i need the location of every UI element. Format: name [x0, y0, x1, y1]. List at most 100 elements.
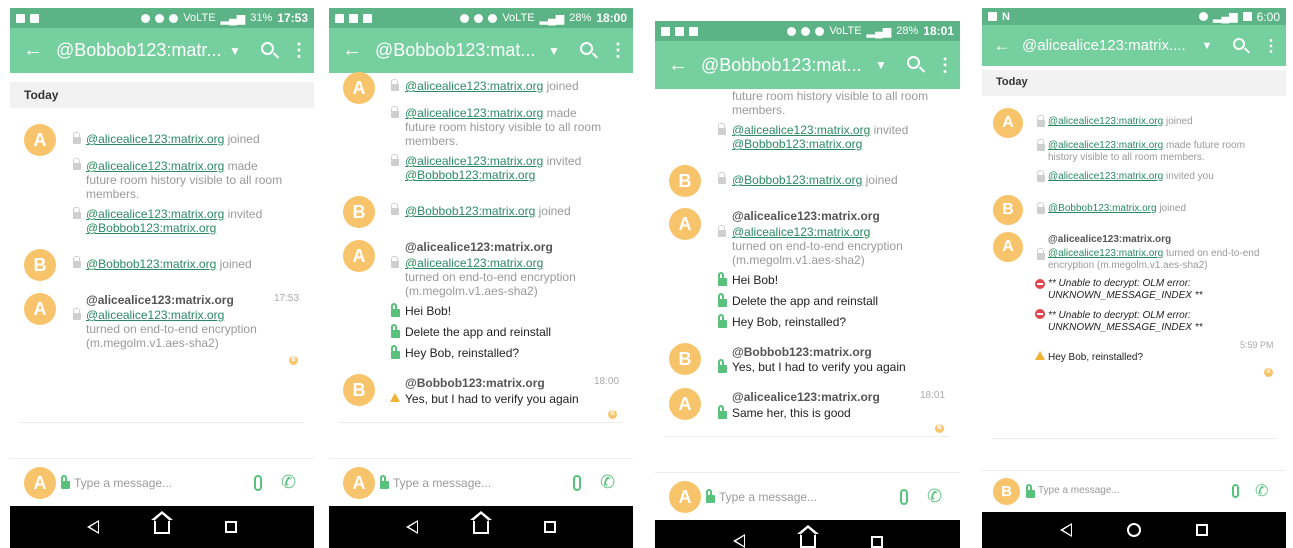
user-link[interactable]: @alicealice123:matrix.org	[86, 308, 224, 322]
user-link[interactable]: @alicealice123:matrix.org	[405, 154, 543, 168]
user-link[interactable]: @Bobbob123:matrix.org	[405, 168, 535, 182]
room-title[interactable]: @Bobbob123:mat...	[701, 55, 866, 76]
more-options-icon[interactable]: ⋮	[1256, 36, 1286, 56]
user-link[interactable]: @alicealice123:matrix.org	[86, 207, 224, 221]
avatar[interactable]: B	[343, 374, 375, 406]
nav-home-icon[interactable]	[796, 525, 819, 548]
nav-recents-icon[interactable]	[543, 521, 556, 533]
back-arrow-icon[interactable]: ←	[329, 39, 375, 62]
user-link[interactable]: @Bobbob123:matrix.org	[86, 257, 216, 271]
back-arrow-icon[interactable]: ←	[655, 54, 701, 77]
nav-back-icon[interactable]	[1059, 523, 1072, 537]
user-link[interactable]: @alicealice123:matrix.org	[1048, 171, 1163, 182]
nav-home-icon[interactable]	[150, 511, 173, 534]
avatar[interactable]: A	[669, 208, 701, 240]
message-text: Delete the app and reinstall	[732, 294, 879, 308]
app-bar: ← @Bobbob123:mat... ▼ ⋮	[655, 41, 960, 89]
user-link[interactable]: @alicealice123:matrix.org	[86, 159, 224, 173]
invite-event: @alicealice123:matrix.org invited @Bobbob…	[405, 154, 582, 182]
avatar[interactable]: A	[24, 293, 56, 325]
user-link[interactable]: @alicealice123:matrix.org	[405, 256, 543, 270]
room-title[interactable]: @Bobbob123:matr...	[56, 40, 220, 61]
user-link[interactable]: @alicealice123:matrix.org	[1048, 116, 1163, 127]
avatar[interactable]: A	[993, 108, 1023, 138]
message-input[interactable]: Type a message...	[74, 476, 172, 490]
call-icon[interactable]: ✆	[281, 472, 296, 493]
call-icon[interactable]: ✆	[600, 472, 615, 493]
avatar[interactable]: B	[669, 343, 701, 375]
phone-screen-3: VoLTE ▂▄▆ 28% 18:01 ← @Bobbob123:mat... ▼ ⋮…	[655, 21, 960, 548]
message-input[interactable]: Type a message...	[719, 490, 817, 504]
nav-recents-icon[interactable]	[224, 521, 237, 533]
nav-back-icon[interactable]	[406, 520, 419, 534]
avatar[interactable]: A	[669, 388, 701, 420]
back-arrow-icon[interactable]: ←	[10, 39, 56, 62]
more-options-icon[interactable]: ⋮	[930, 55, 960, 76]
user-link[interactable]: @alicealice123:matrix.org	[732, 123, 870, 137]
attach-icon[interactable]	[573, 475, 581, 491]
user-link[interactable]: @Bobbob123:matrix.org	[1048, 203, 1157, 214]
avatar[interactable]: A	[993, 232, 1023, 262]
user-link[interactable]: @alicealice123:matrix.org	[732, 225, 870, 239]
decryption-error-icon	[1035, 279, 1045, 289]
volte-icon: VoLTE	[502, 12, 535, 24]
nav-home-icon[interactable]	[1126, 523, 1141, 537]
room-title[interactable]: @alicealice123:matrix....	[1022, 37, 1192, 54]
user-link[interactable]: @Bobbob123:matrix.org	[405, 204, 535, 218]
user-link[interactable]: @alicealice123:matrix.org	[86, 132, 224, 146]
user-link[interactable]: @alicealice123:matrix.org	[1048, 140, 1163, 151]
nav-back-icon[interactable]	[732, 534, 745, 548]
avatar[interactable]: A	[24, 124, 56, 156]
unverified-lock-icon	[718, 172, 726, 184]
search-icon[interactable]	[569, 41, 603, 60]
search-icon[interactable]	[250, 41, 284, 60]
attach-icon[interactable]	[1232, 484, 1239, 498]
call-icon[interactable]: ✆	[1255, 481, 1268, 501]
caret-down-icon[interactable]: ▼	[220, 44, 250, 58]
message-input[interactable]: Type a message...	[1038, 485, 1120, 496]
more-options-icon[interactable]: ⋮	[284, 40, 314, 61]
caret-down-icon[interactable]: ▼	[539, 44, 569, 58]
wifi-icon	[815, 26, 825, 36]
room-title[interactable]: @Bobbob123:mat...	[375, 40, 539, 61]
back-arrow-icon[interactable]: ←	[982, 36, 1022, 56]
nav-back-icon[interactable]	[87, 520, 100, 534]
membership-event: @alicealice123:matrix.org joined	[1048, 116, 1193, 127]
avatar[interactable]: B	[343, 196, 375, 228]
message-text: Hey Bob, reinstalled?	[732, 315, 847, 329]
call-icon[interactable]: ✆	[927, 486, 942, 507]
sender-name: @alicealice123:matrix.org	[86, 293, 234, 307]
avatar[interactable]: A	[343, 72, 375, 104]
unverified-lock-icon	[718, 225, 726, 237]
user-link[interactable]: @alicealice123:matrix.org	[405, 79, 543, 93]
avatar[interactable]: B	[993, 195, 1023, 225]
caret-down-icon[interactable]: ▼	[1192, 40, 1222, 52]
avatar[interactable]: B	[24, 249, 56, 281]
search-icon[interactable]	[1222, 37, 1256, 55]
status-bar: N ▂▄▆ 6:00	[982, 8, 1286, 25]
invite-event: @alicealice123:matrix.org invited @Bobbob…	[86, 207, 263, 235]
nav-recents-icon[interactable]	[1196, 524, 1209, 536]
caret-down-icon[interactable]: ▼	[866, 58, 896, 72]
attach-icon[interactable]	[900, 489, 908, 505]
user-link[interactable]: @alicealice123:matrix.org	[1048, 248, 1163, 259]
read-receipt: B	[608, 410, 617, 419]
attach-icon[interactable]	[254, 475, 262, 491]
avatar[interactable]: A	[343, 240, 375, 272]
avatar[interactable]: B	[669, 165, 701, 197]
more-options-icon[interactable]: ⋮	[603, 40, 633, 61]
notification-icon	[675, 26, 684, 36]
user-link[interactable]: @Bobbob123:matrix.org	[86, 221, 216, 235]
user-link[interactable]: @alicealice123:matrix.org	[405, 106, 543, 120]
nav-home-icon[interactable]	[469, 511, 492, 534]
user-link[interactable]: @Bobbob123:matrix.org	[732, 173, 862, 187]
composer: A Type a message... ✆	[655, 472, 960, 520]
message-text: Hei Bob!	[405, 304, 452, 318]
nav-bar	[982, 512, 1286, 548]
nav-recents-icon[interactable]	[870, 536, 883, 548]
search-icon[interactable]	[896, 56, 930, 74]
unverified-lock-icon	[718, 123, 726, 135]
user-link[interactable]: @Bobbob123:matrix.org	[732, 137, 862, 151]
message-input[interactable]: Type a message...	[393, 476, 491, 490]
message-text: Yes, but I had to verify you again	[732, 360, 906, 374]
